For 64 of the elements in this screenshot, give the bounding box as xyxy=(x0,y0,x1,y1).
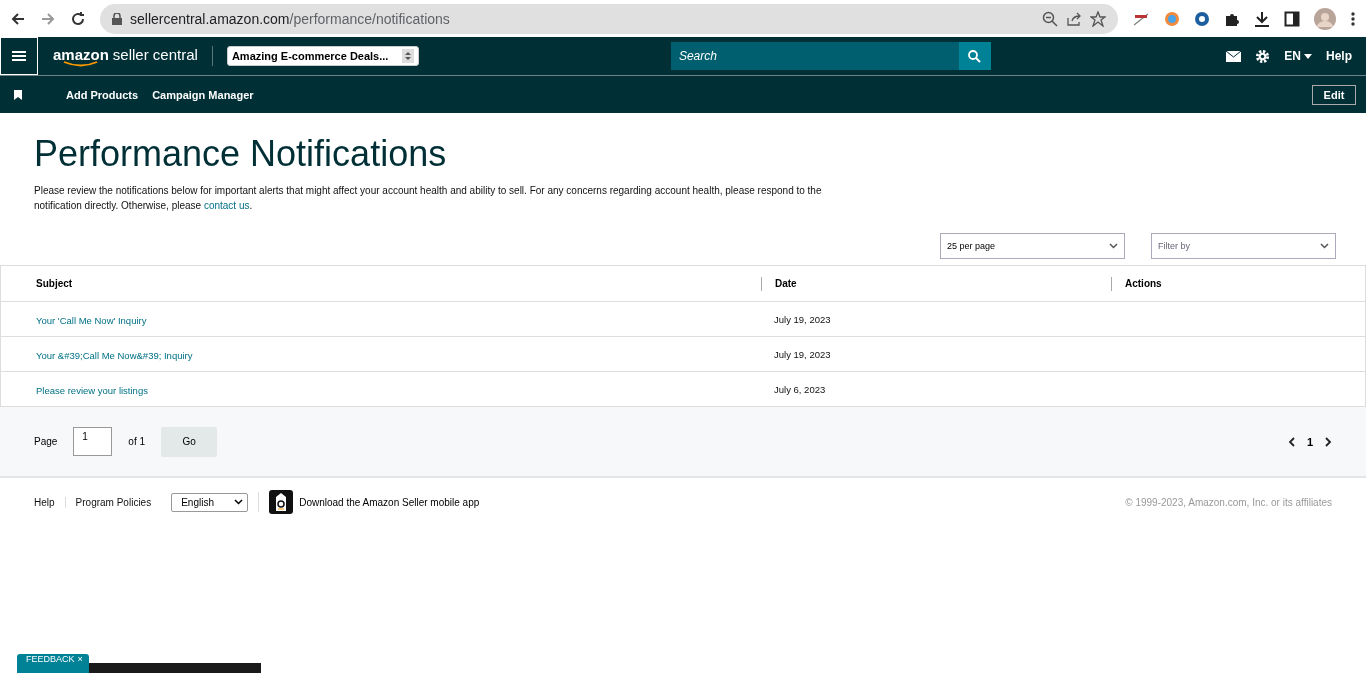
forward-icon xyxy=(40,10,56,27)
search-field[interactable]: Search xyxy=(670,42,959,70)
subject-link[interactable]: Your 'Call Me Now' Inquiry xyxy=(1,315,147,326)
account-selector[interactable]: Amazing E-commerce Deals... xyxy=(226,46,419,66)
search-button[interactable] xyxy=(958,42,991,70)
caret-icon xyxy=(1304,53,1312,59)
url-path: /performance/notifications xyxy=(289,10,450,27)
next-icon[interactable] xyxy=(1325,436,1332,447)
page-title: Performance Notifications xyxy=(34,133,448,175)
page-description: Please review the notifications below for important alerts that might affect your account health and ability to sell. For any concerns regarding account health, please respond to the notification directly. Otherwise, please contact us. xyxy=(34,184,823,213)
column-header: Subject xyxy=(35,277,74,291)
page-count: of 1 xyxy=(128,436,146,447)
per-page-select[interactable]: 25 per page xyxy=(940,233,1125,259)
app-download-text[interactable]: Download the Amazon Seller mobile app xyxy=(299,496,480,508)
date-cell-text: July 6, 2023 xyxy=(773,383,827,395)
menu-button[interactable] xyxy=(0,37,38,75)
chevron-down-icon xyxy=(1320,243,1329,249)
feedback-button[interactable]: FEEDBACK × xyxy=(17,654,89,673)
back-icon xyxy=(10,10,26,27)
column-header: Actions xyxy=(1111,276,1365,291)
filter-select[interactable]: Filter by xyxy=(1151,233,1336,259)
page-label: Page xyxy=(34,436,58,447)
previous-icon[interactable] xyxy=(1287,436,1295,447)
reload-icon xyxy=(70,10,86,27)
settings-icon[interactable] xyxy=(1255,48,1271,64)
subject-link[interactable]: Your &#39;Call Me Now&#39; Inquiry xyxy=(1,350,193,361)
address-bar[interactable]: sellercentral.amazon.com/performance/notifications xyxy=(100,3,1118,34)
bookmark-icon[interactable] xyxy=(14,89,22,100)
mail-icon[interactable] xyxy=(1226,50,1242,62)
download-icon[interactable] xyxy=(1254,10,1270,27)
search-icon xyxy=(968,49,982,63)
contact-link[interactable]: contact us xyxy=(203,200,250,211)
extension-icon[interactable] xyxy=(1164,10,1180,27)
share-icon xyxy=(1066,10,1082,27)
language-menu[interactable]: EN xyxy=(1284,49,1312,63)
extension-icon[interactable] xyxy=(1194,10,1210,27)
language-select[interactable]: English xyxy=(171,492,249,512)
logo[interactable]: amazon seller central xyxy=(53,46,213,66)
menu-icon xyxy=(12,50,26,62)
lock-icon xyxy=(112,12,122,25)
chevron-down-icon xyxy=(1109,243,1118,249)
page-input[interactable]: 1 xyxy=(73,427,113,456)
column-header: Date xyxy=(761,276,1111,291)
footer-link[interactable]: Program Policies xyxy=(64,496,162,508)
current-page[interactable]: 1 xyxy=(1306,435,1313,448)
stepper-icon xyxy=(401,49,414,63)
chevron-down-icon xyxy=(234,499,244,505)
zoom-out-icon xyxy=(1042,10,1058,27)
star-icon xyxy=(1090,10,1106,27)
nav-link[interactable]: Campaign Manager xyxy=(152,88,254,101)
side-panel-icon[interactable] xyxy=(1284,10,1300,27)
extension-icon[interactable] xyxy=(1132,10,1150,27)
subject-link[interactable]: Please review your listings xyxy=(1,385,148,396)
footer-link[interactable]: Help xyxy=(34,496,65,508)
more-icon[interactable] xyxy=(1350,10,1356,27)
url-host: sellercentral.amazon.com xyxy=(130,10,290,27)
edit-button[interactable]: Edit xyxy=(1312,84,1356,105)
date-cell-text: July 19, 2023 xyxy=(773,313,832,325)
date-cell-text: July 19, 2023 xyxy=(773,348,832,360)
copyright: © 1999-2023, Amazon.com, Inc. or its affiliates xyxy=(1125,496,1332,508)
help-link[interactable]: Help xyxy=(1326,49,1352,63)
nav-link[interactable]: Add Products xyxy=(66,88,139,101)
app-icon xyxy=(269,490,294,514)
go-button[interactable]: Go xyxy=(161,426,218,457)
